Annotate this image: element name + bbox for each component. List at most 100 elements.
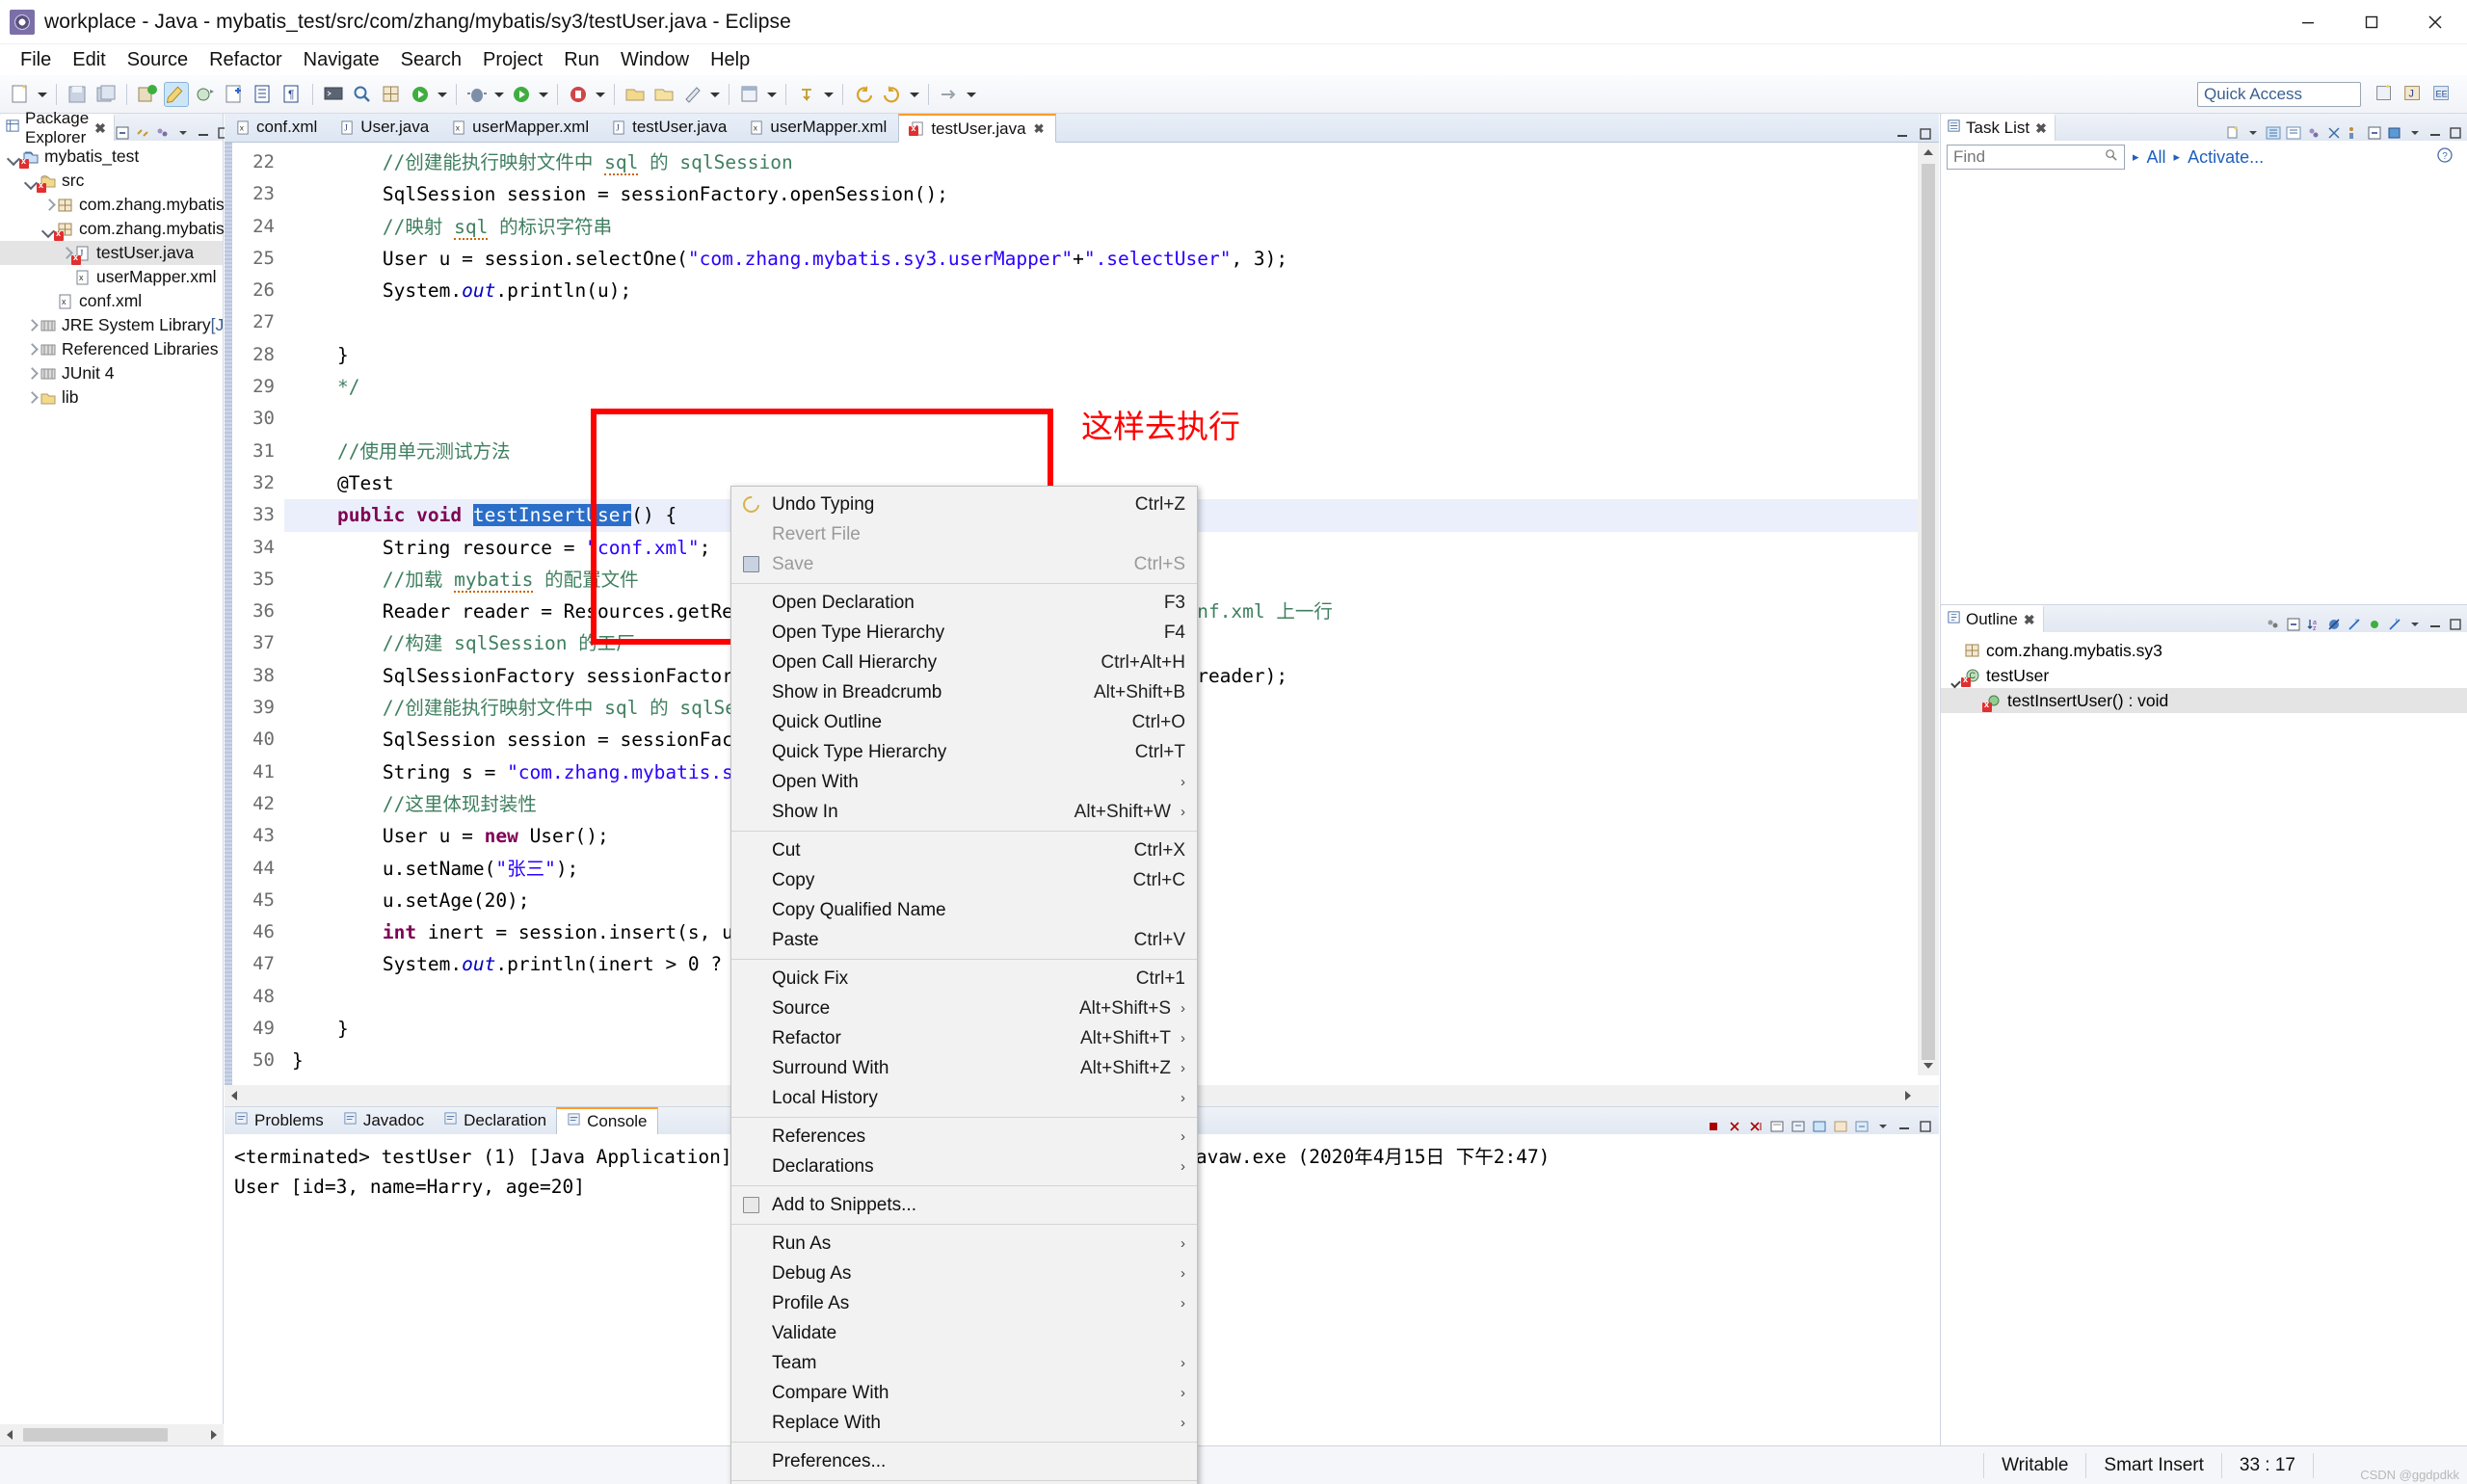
menu-edit[interactable]: Edit: [62, 47, 116, 73]
code-line[interactable]: //创建能执行映射文件中 sql 的 sqlSession: [284, 146, 1939, 178]
context-menu-item[interactable]: Undo Typing Ctrl+Z: [731, 490, 1197, 519]
context-menu-item[interactable]: Debug As ›: [731, 1259, 1197, 1288]
maximize-view-icon[interactable]: [2448, 125, 2463, 141]
scroll-right-icon[interactable]: [204, 1425, 224, 1444]
context-menu-item[interactable]: Compare With ›: [731, 1378, 1197, 1408]
context-menu-item[interactable]: Quick Type Hierarchy Ctrl+T: [731, 737, 1197, 767]
close-icon[interactable]: ✖: [1034, 121, 1045, 137]
context-menu-item[interactable]: Local History ›: [731, 1083, 1197, 1113]
coverage-dropdown-icon[interactable]: [593, 82, 606, 107]
minimize-view-icon[interactable]: [196, 125, 211, 141]
history-dropdown-icon[interactable]: [907, 82, 920, 107]
context-menu-item[interactable]: References ›: [731, 1122, 1197, 1152]
open-task-icon[interactable]: [164, 81, 189, 107]
close-icon[interactable]: ✖: [2035, 120, 2047, 137]
console-tab[interactable]: Javadoc: [333, 1107, 434, 1134]
editor-tab[interactable]: J User.java: [329, 113, 440, 142]
debug-dropdown-icon[interactable]: [491, 82, 505, 107]
code-line[interactable]: */: [284, 371, 1939, 403]
remove-all-icon[interactable]: [1748, 1119, 1764, 1134]
context-menu-item[interactable]: Refactor Alt+Shift+T ›: [731, 1023, 1197, 1053]
minimize-button[interactable]: [2276, 0, 2340, 44]
menu-refactor[interactable]: Refactor: [199, 47, 293, 73]
close-button[interactable]: [2403, 0, 2467, 44]
last-edit-dropdown-icon[interactable]: [964, 82, 977, 107]
context-menu-item[interactable]: Declarations ›: [731, 1152, 1197, 1181]
paragraph-icon[interactable]: ¶: [279, 82, 305, 107]
collapse-all-icon[interactable]: [2286, 617, 2301, 632]
editor-tab[interactable]: x userMapper.xml: [440, 113, 600, 142]
package-tree-item[interactable]: Referenced Libraries: [0, 337, 223, 361]
scroll-down-icon[interactable]: [1918, 1056, 1939, 1075]
maximize-view-icon[interactable]: [2448, 617, 2463, 632]
task-filter-activate[interactable]: Activate...: [2188, 147, 2264, 168]
open-folder-icon[interactable]: [651, 82, 676, 107]
chevron-right-icon[interactable]: [23, 390, 39, 406]
package-explorer-tree[interactable]: mybatis_testsrc com.zhang.mybatis.sy1com.…: [0, 141, 307, 410]
context-menu-item[interactable]: Preferences...: [731, 1446, 1197, 1476]
filter-complete-icon[interactable]: [2326, 125, 2342, 141]
focus-icon[interactable]: [2306, 125, 2321, 141]
save-icon[interactable]: [65, 82, 90, 107]
run-dropdown-icon[interactable]: [435, 82, 448, 107]
chevron-right-icon[interactable]: [23, 318, 39, 333]
new-window-icon[interactable]: [737, 82, 762, 107]
package-tree-item[interactable]: com.zhang.mybatis.sy3: [0, 217, 255, 241]
open-type-icon[interactable]: [222, 82, 247, 107]
run-icon[interactable]: [509, 82, 534, 107]
package-explorer-hscrollbar[interactable]: [0, 1424, 224, 1445]
tab-task-list[interactable]: Task List ✖: [1941, 114, 2056, 141]
menu-run[interactable]: Run: [553, 47, 610, 73]
scroll-left-icon[interactable]: [225, 1086, 244, 1105]
console-tab[interactable]: Console: [556, 1107, 658, 1134]
context-menu-item[interactable]: Validate: [731, 1318, 1197, 1348]
editor-tab[interactable]: x userMapper.xml: [738, 113, 898, 142]
minimize-view-icon[interactable]: [2427, 617, 2443, 632]
categorized-view-icon[interactable]: [2266, 125, 2281, 141]
scroll-thumb[interactable]: [23, 1428, 168, 1442]
open-console-icon[interactable]: [1854, 1119, 1870, 1134]
outline-item[interactable]: testInsertUser() : void: [1941, 688, 2467, 713]
scroll-lock-icon[interactable]: [1791, 1119, 1806, 1134]
context-menu-item[interactable]: Show in Breadcrumb Alt+Shift+B: [731, 677, 1197, 707]
tab-package-explorer[interactable]: Package Explorer ✖: [0, 109, 115, 146]
task-list-body[interactable]: [1941, 173, 2467, 588]
context-menu-item[interactable]: Run As ›: [731, 1229, 1197, 1259]
hide-static-icon[interactable]: s: [2347, 617, 2362, 632]
close-icon[interactable]: ✖: [2024, 612, 2035, 628]
new-java-project-icon[interactable]: [135, 82, 160, 107]
editor-tab[interactable]: JtestUser.java ✖: [898, 114, 1057, 143]
package-tree-item[interactable]: com.zhang.mybatis.sy1: [0, 193, 255, 217]
chevron-right-icon[interactable]: [23, 366, 39, 382]
save-all-icon[interactable]: [93, 82, 119, 107]
scheduled-view-icon[interactable]: [2286, 125, 2301, 141]
pin-console-icon[interactable]: [1812, 1119, 1827, 1134]
context-menu-item[interactable]: Quick Outline Ctrl+O: [731, 707, 1197, 737]
context-menu-item[interactable]: Copy Qualified Name: [731, 895, 1197, 925]
editor-tab[interactable]: x conf.xml: [225, 113, 329, 142]
console-menu-caret-icon[interactable]: [1875, 1119, 1891, 1134]
remove-launch-icon[interactable]: [1727, 1119, 1742, 1134]
package-tree-item[interactable]: src: [0, 169, 223, 193]
menu-window[interactable]: Window: [610, 47, 700, 73]
console-tab[interactable]: Problems: [225, 1107, 333, 1134]
context-menu-item[interactable]: Replace With ›: [731, 1408, 1197, 1438]
close-icon[interactable]: ✖: [94, 120, 106, 137]
link-with-editor-icon[interactable]: [135, 125, 150, 141]
external-tools-dropdown-icon[interactable]: [707, 82, 721, 107]
new-wizard-icon[interactable]: [8, 82, 33, 107]
new-task-dropdown-icon[interactable]: [2245, 125, 2261, 141]
package-tree-item[interactable]: JRE System Library [JavaSE-1.8]: [0, 313, 307, 337]
code-line[interactable]: SqlSession session = sessionFactory.open…: [284, 178, 1939, 210]
focus-mode-icon[interactable]: [2266, 617, 2281, 632]
code-line[interactable]: }: [284, 339, 1939, 371]
menu-source[interactable]: Source: [117, 47, 199, 73]
quick-access-input[interactable]: Quick Access: [2197, 81, 2361, 107]
maximize-button[interactable]: [2340, 0, 2403, 44]
new-task-icon[interactable]: [2225, 125, 2241, 141]
code-line[interactable]: System.out.println(u);: [284, 275, 1939, 306]
terminal-icon[interactable]: [321, 82, 346, 107]
context-menu-item[interactable]: Add to Snippets...: [731, 1190, 1197, 1220]
editor-tab[interactable]: JtestUser.java: [600, 113, 738, 142]
outline-icon[interactable]: [251, 82, 276, 107]
